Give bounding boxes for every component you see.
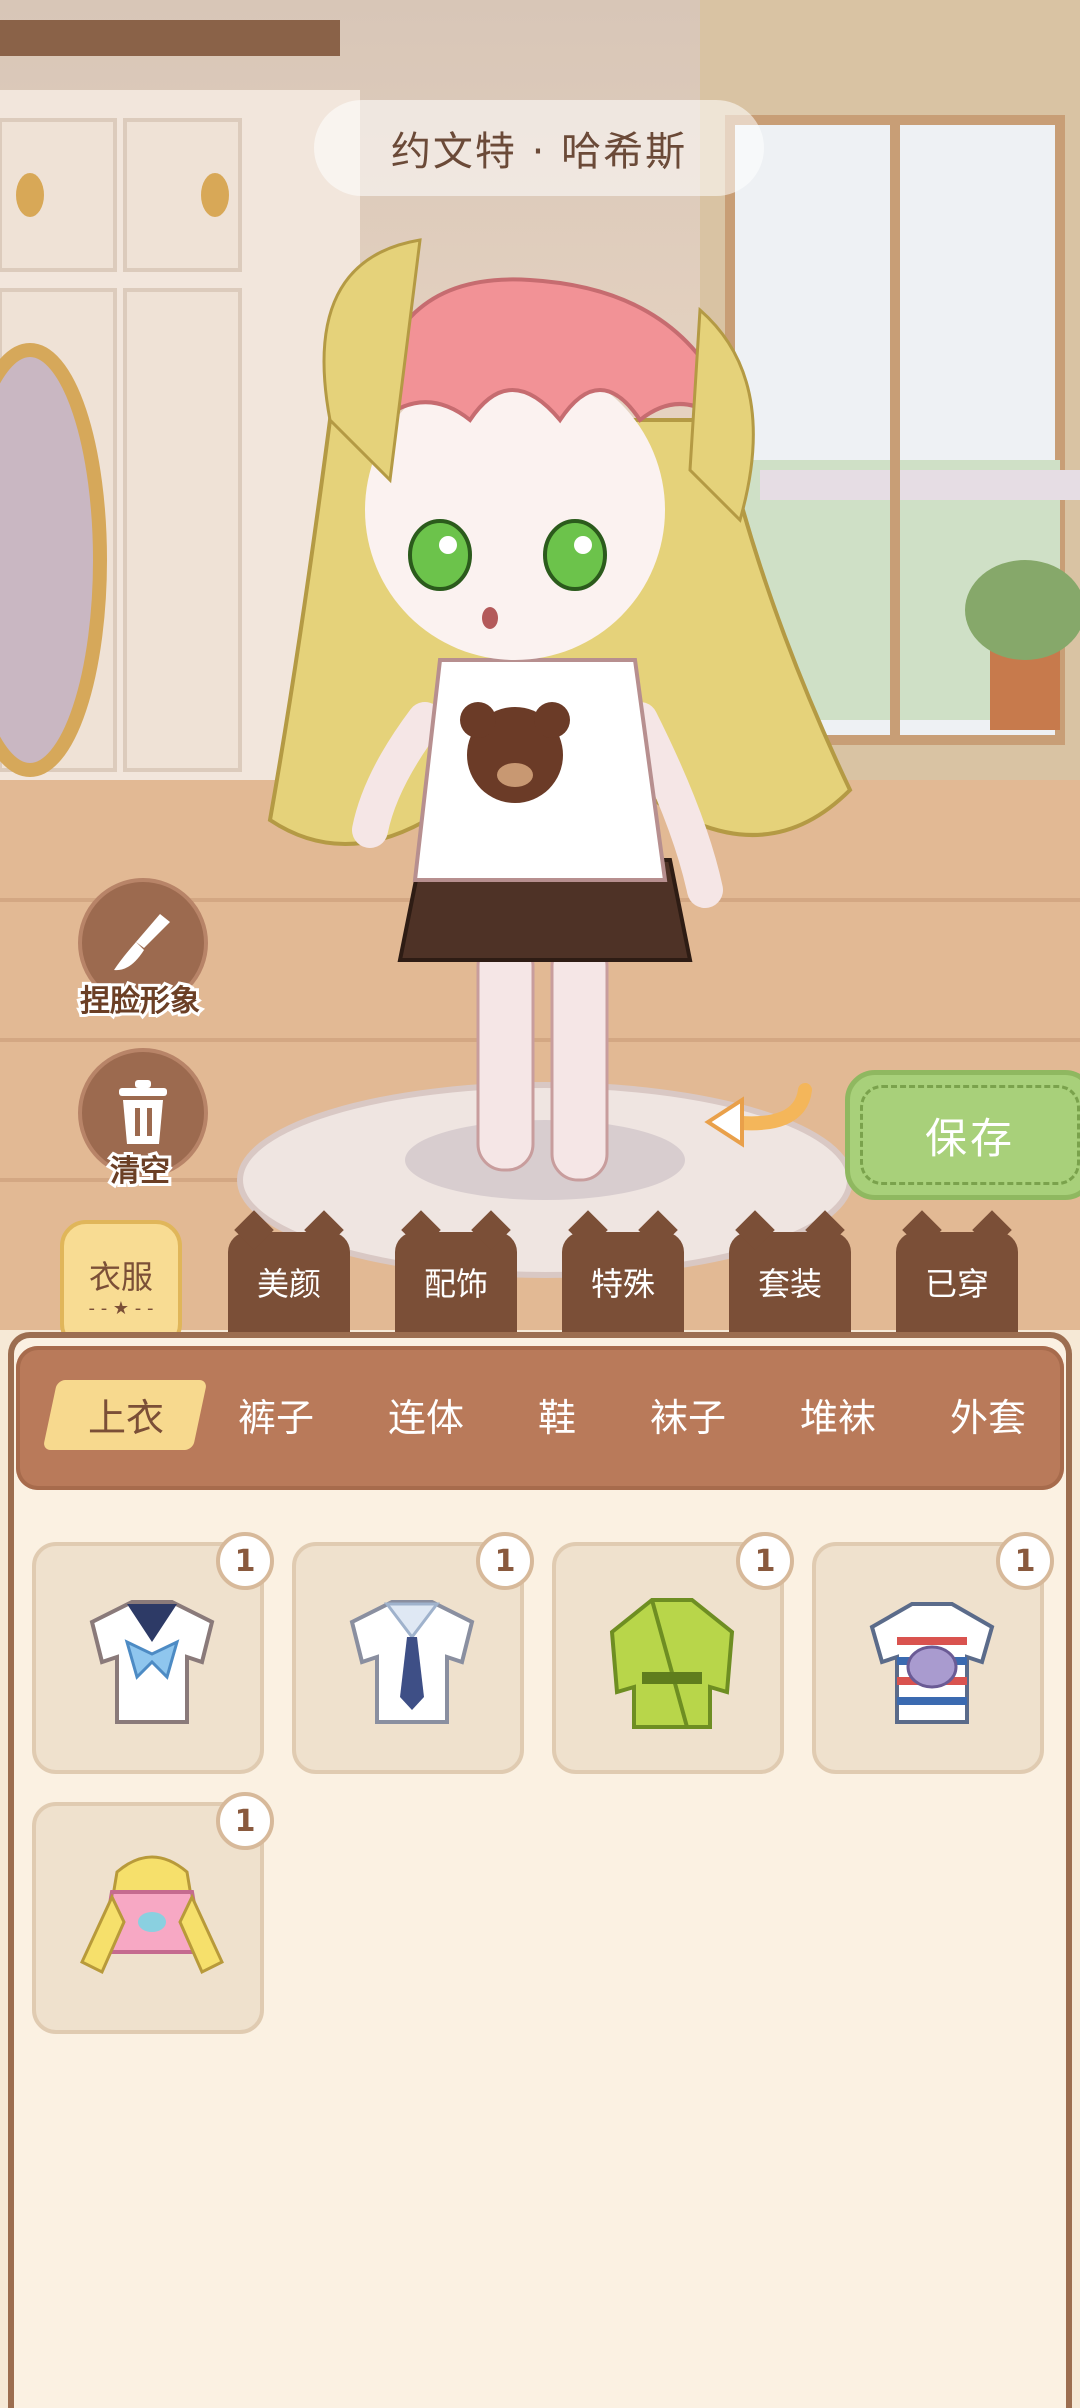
item-count-badge: 1: [996, 1532, 1054, 1590]
subtab-socks[interactable]: 袜子: [650, 1390, 726, 1446]
item-count-badge: 1: [476, 1532, 534, 1590]
subtab-outerwear[interactable]: 外套: [950, 1390, 1026, 1446]
item-count-badge: 1: [736, 1532, 794, 1590]
save-button[interactable]: 保存: [845, 1070, 1080, 1200]
item-card[interactable]: 1: [32, 1532, 274, 1774]
tab-beauty-label: 美颜: [256, 1265, 321, 1303]
subtab-tops[interactable]: 上衣: [88, 1390, 164, 1446]
green-robe-icon: [609, 1598, 735, 1729]
save-button-label: 保存: [924, 1113, 1015, 1163]
tab-clothes-label: 衣服: [88, 1257, 153, 1296]
tab-special[interactable]: 特殊: [562, 1232, 684, 1332]
face-edit-label: 捏脸形象: [77, 981, 203, 1022]
brush-icon: [114, 914, 170, 971]
item-count-badge: 1: [216, 1532, 274, 1590]
item-count-badge: 1: [216, 1792, 274, 1850]
striped-cat-tshirt-icon: [869, 1602, 995, 1724]
star-icon: - - ★ - -: [88, 1297, 154, 1319]
tab-special-label: 特殊: [590, 1265, 655, 1303]
item-card[interactable]: 1: [292, 1532, 534, 1774]
item-card[interactable]: 1: [812, 1532, 1054, 1774]
rotate-arrow-icon[interactable]: [700, 1060, 820, 1150]
sailor-shirt-tie-icon: [349, 1600, 475, 1724]
clear-label: 清空: [107, 1151, 173, 1192]
tab-accessories-label: 配饰: [423, 1265, 488, 1303]
item-card[interactable]: 1: [552, 1532, 794, 1774]
trash-icon: [119, 1080, 167, 1144]
subtab-pants[interactable]: 裤子: [238, 1390, 314, 1446]
tab-clothes[interactable]: 衣服 - - ★ - -: [60, 1220, 182, 1350]
tab-sets[interactable]: 套装: [729, 1232, 851, 1332]
character-name: 约文特 · 哈希斯: [314, 100, 764, 196]
subtab-slouch-socks[interactable]: 堆袜: [800, 1390, 876, 1446]
subtab-onepiece[interactable]: 连体: [388, 1390, 464, 1446]
item-card[interactable]: 1: [32, 1792, 274, 2034]
pink-hoodie-icon: [80, 1855, 224, 1975]
tab-accessories[interactable]: 配饰: [395, 1232, 517, 1332]
tab-sets-label: 套装: [757, 1265, 822, 1303]
tab-beauty[interactable]: 美颜: [228, 1232, 350, 1332]
tab-worn[interactable]: 已穿: [896, 1232, 1018, 1332]
tab-worn-label: 已穿: [924, 1265, 989, 1303]
subtab-shoes[interactable]: 鞋: [538, 1390, 576, 1446]
sailor-shirt-blue-bow-icon: [89, 1600, 215, 1724]
